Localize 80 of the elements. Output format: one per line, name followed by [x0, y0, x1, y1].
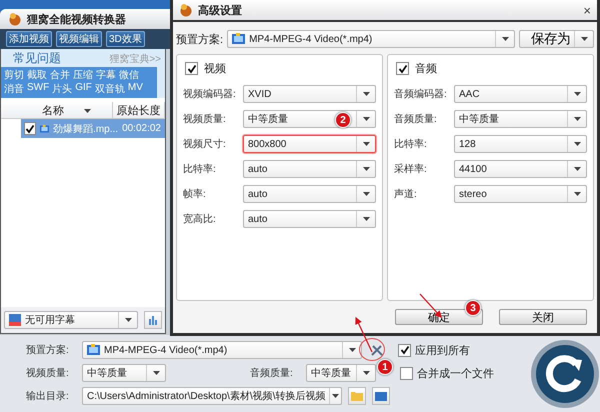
save-as-button[interactable]: 保存为	[519, 30, 594, 48]
dialog-button[interactable]: 关闭	[499, 309, 587, 325]
subtitle-icon	[9, 314, 21, 326]
audio-quality-select[interactable]: 中等质量	[306, 364, 376, 382]
field-label: 音频质量:	[394, 112, 438, 126]
caret-icon	[362, 192, 370, 196]
checkbox[interactable]	[400, 366, 413, 380]
checkbox[interactable]	[24, 122, 36, 135]
caret-icon	[580, 37, 588, 41]
option-select[interactable]: 128	[454, 135, 587, 153]
field-label: 视频编码器:	[183, 88, 237, 101]
subtitle-select[interactable]: 无可用字幕	[4, 311, 138, 329]
help-title: 常见问题	[13, 50, 61, 67]
video-quality-label: 视频质量:	[26, 366, 70, 380]
option-select[interactable]: 800x800	[243, 135, 376, 153]
field-label: 比特率:	[183, 162, 217, 176]
option-select[interactable]: AAC	[454, 85, 587, 103]
caret-icon	[332, 394, 340, 398]
checkbox[interactable]	[185, 62, 198, 75]
column-header[interactable]: 原始长度	[113, 102, 165, 118]
caret-icon	[502, 37, 509, 41]
field-label: 音频编码器:	[394, 88, 448, 101]
caret-icon	[362, 217, 370, 221]
output-label: 输出目录:	[26, 390, 70, 403]
caret-icon	[362, 92, 370, 96]
checkbox[interactable]	[396, 62, 409, 75]
caret-icon	[574, 167, 580, 171]
bar-chart-icon	[148, 315, 158, 325]
window-title: 狸窝全能视频转换器	[27, 12, 126, 26]
option-select[interactable]: auto	[243, 160, 376, 178]
pointer-arrow	[355, 316, 373, 352]
toolbar-button[interactable]: 添加视频	[6, 31, 52, 47]
caret-icon	[362, 167, 370, 171]
audio-quality-label: 音频质量:	[250, 366, 294, 380]
file-duration: 00:02:02	[122, 123, 162, 134]
caret-icon	[84, 109, 92, 113]
column-header[interactable]: 名称	[21, 102, 114, 118]
field-label: 视频尺寸:	[183, 138, 227, 151]
option-select[interactable]: 44100	[454, 160, 587, 178]
logo-icon	[8, 12, 22, 26]
option-select[interactable]: 中等质量	[454, 110, 587, 128]
caret-icon	[574, 92, 580, 96]
field-label: 比特率:	[394, 138, 428, 151]
caret-icon	[362, 371, 370, 375]
caret-icon	[574, 117, 580, 121]
caret-icon	[124, 318, 132, 322]
field-label: 采样率:	[394, 162, 428, 176]
preset-label: 预置方案:	[26, 344, 70, 357]
group-title: 音频	[415, 62, 437, 76]
checkbox[interactable]	[398, 344, 411, 356]
option-select[interactable]: XVID	[243, 85, 376, 103]
merge-label: 合并成一个文件	[417, 366, 494, 380]
field-label: 视频质量:	[183, 112, 227, 126]
toolbar-button[interactable]: 视频编辑	[56, 31, 102, 47]
logo-icon	[179, 3, 193, 17]
close-button[interactable]: ×	[583, 2, 591, 18]
option-select[interactable]: auto	[243, 210, 376, 228]
preset-select[interactable]: MP4-MPEG-4 Video(*.mp4)	[82, 341, 362, 359]
convert-button[interactable]	[530, 338, 600, 408]
field-label: 帧率:	[183, 188, 207, 201]
caret-icon	[348, 348, 356, 352]
preset-label: 预置方案:	[176, 32, 224, 46]
option-select[interactable]: stereo	[454, 185, 587, 203]
group-title: 视频	[204, 62, 226, 76]
preset-select[interactable]: MP4-MPEG-4 Video(*.mp4)	[227, 30, 516, 48]
dialog-title: 高级设置	[198, 4, 242, 18]
caret-icon	[574, 192, 580, 196]
chart-button[interactable]	[144, 311, 162, 329]
field-label: 宽高比:	[183, 212, 217, 226]
output-path-select[interactable]: C:\Users\Administrator\Desktop\素材\视频\转换后视频	[82, 387, 342, 405]
caret-icon	[362, 117, 370, 121]
apply-all-label: 应用到所有	[415, 344, 470, 358]
caret-icon	[574, 142, 580, 146]
file-name: 劲爆舞蹈.mp...	[53, 122, 118, 136]
field-label: 声道:	[394, 188, 418, 201]
option-select[interactable]: auto	[243, 185, 376, 203]
caret-icon	[152, 371, 160, 375]
toolbar-button[interactable]: 3D效果	[106, 31, 145, 47]
caret-icon	[362, 142, 370, 146]
video-quality-select[interactable]: 中等质量	[82, 364, 166, 382]
